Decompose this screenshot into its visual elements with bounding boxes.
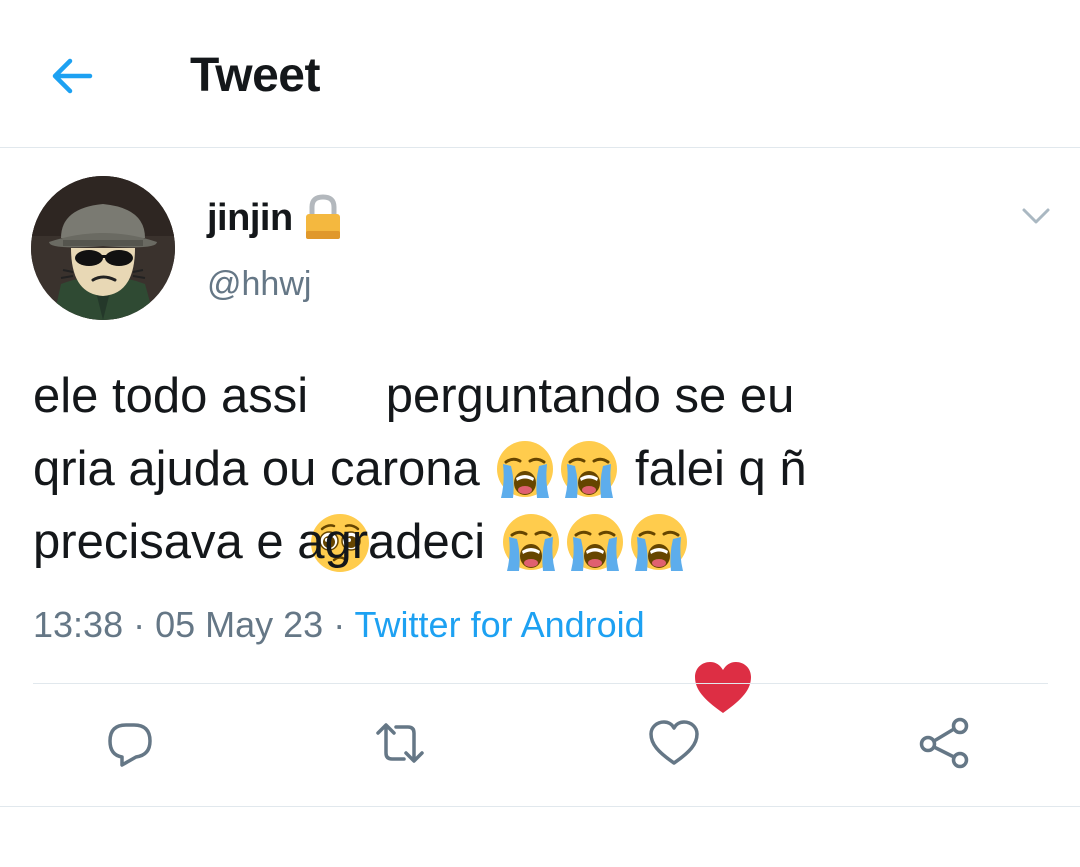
- tweet-date: 05 May 23: [155, 604, 324, 645]
- back-button[interactable]: [46, 50, 98, 102]
- author-handle[interactable]: @hhwj: [207, 262, 311, 306]
- tweet-text-segment: perguntando se eu: [372, 369, 795, 423]
- loudly-crying-face-emoji: [627, 511, 691, 575]
- loudly-crying-face-emoji: [563, 511, 627, 575]
- reply-icon: [108, 723, 152, 767]
- loudly-crying-face-emoji: [557, 438, 621, 502]
- divider: [0, 806, 1080, 807]
- tweet-source-link[interactable]: Twitter for Android: [355, 604, 645, 645]
- tweet-line: qria ajuda ou carona falei q ñ: [33, 433, 1033, 506]
- loudly-crying-face-emoji: [499, 511, 563, 575]
- like-icon: [649, 720, 699, 765]
- tweet-text: ele todo assi perguntando se eu qria aju…: [33, 360, 1033, 713]
- lock-icon: [302, 193, 344, 241]
- tweet-line: precisava e agradeci: [33, 506, 1033, 713]
- avatar[interactable]: [31, 176, 175, 320]
- meta-separator: ·: [323, 604, 355, 645]
- meta-separator: ·: [123, 604, 156, 645]
- divider: [33, 683, 1048, 684]
- tweet-meta: 13:38 · 05 May 23 · Twitter for Android: [33, 602, 645, 648]
- arrow-left-icon: [52, 58, 93, 94]
- pleading-face-emoji: [308, 365, 372, 572]
- loudly-crying-face-emoji: [493, 438, 557, 502]
- tweet-text-segment: falei q ñ: [621, 442, 807, 496]
- author-display-name[interactable]: jinjin: [207, 194, 293, 242]
- tweet-text-segment: ele todo assi: [33, 369, 309, 423]
- chevron-down-icon: [1022, 208, 1050, 224]
- retweet-button[interactable]: [372, 715, 428, 771]
- page-title: Tweet: [190, 49, 320, 102]
- tweet-menu-button[interactable]: [1018, 198, 1054, 234]
- share-icon: [919, 717, 969, 769]
- share-button[interactable]: [916, 715, 972, 771]
- tweet-line: ele todo assi perguntando se eu: [33, 360, 1033, 572]
- retweet-icon: [376, 723, 424, 763]
- red-heart-emoji: [691, 511, 755, 713]
- app-header: Tweet: [0, 0, 1080, 148]
- like-button[interactable]: [646, 715, 702, 771]
- reply-button[interactable]: [102, 715, 158, 771]
- tweet-text-segment: precisava e agradeci: [33, 515, 499, 569]
- tweet-text-segment: qria ajuda ou carona: [33, 442, 494, 496]
- tweet-time: 13:38: [33, 604, 124, 645]
